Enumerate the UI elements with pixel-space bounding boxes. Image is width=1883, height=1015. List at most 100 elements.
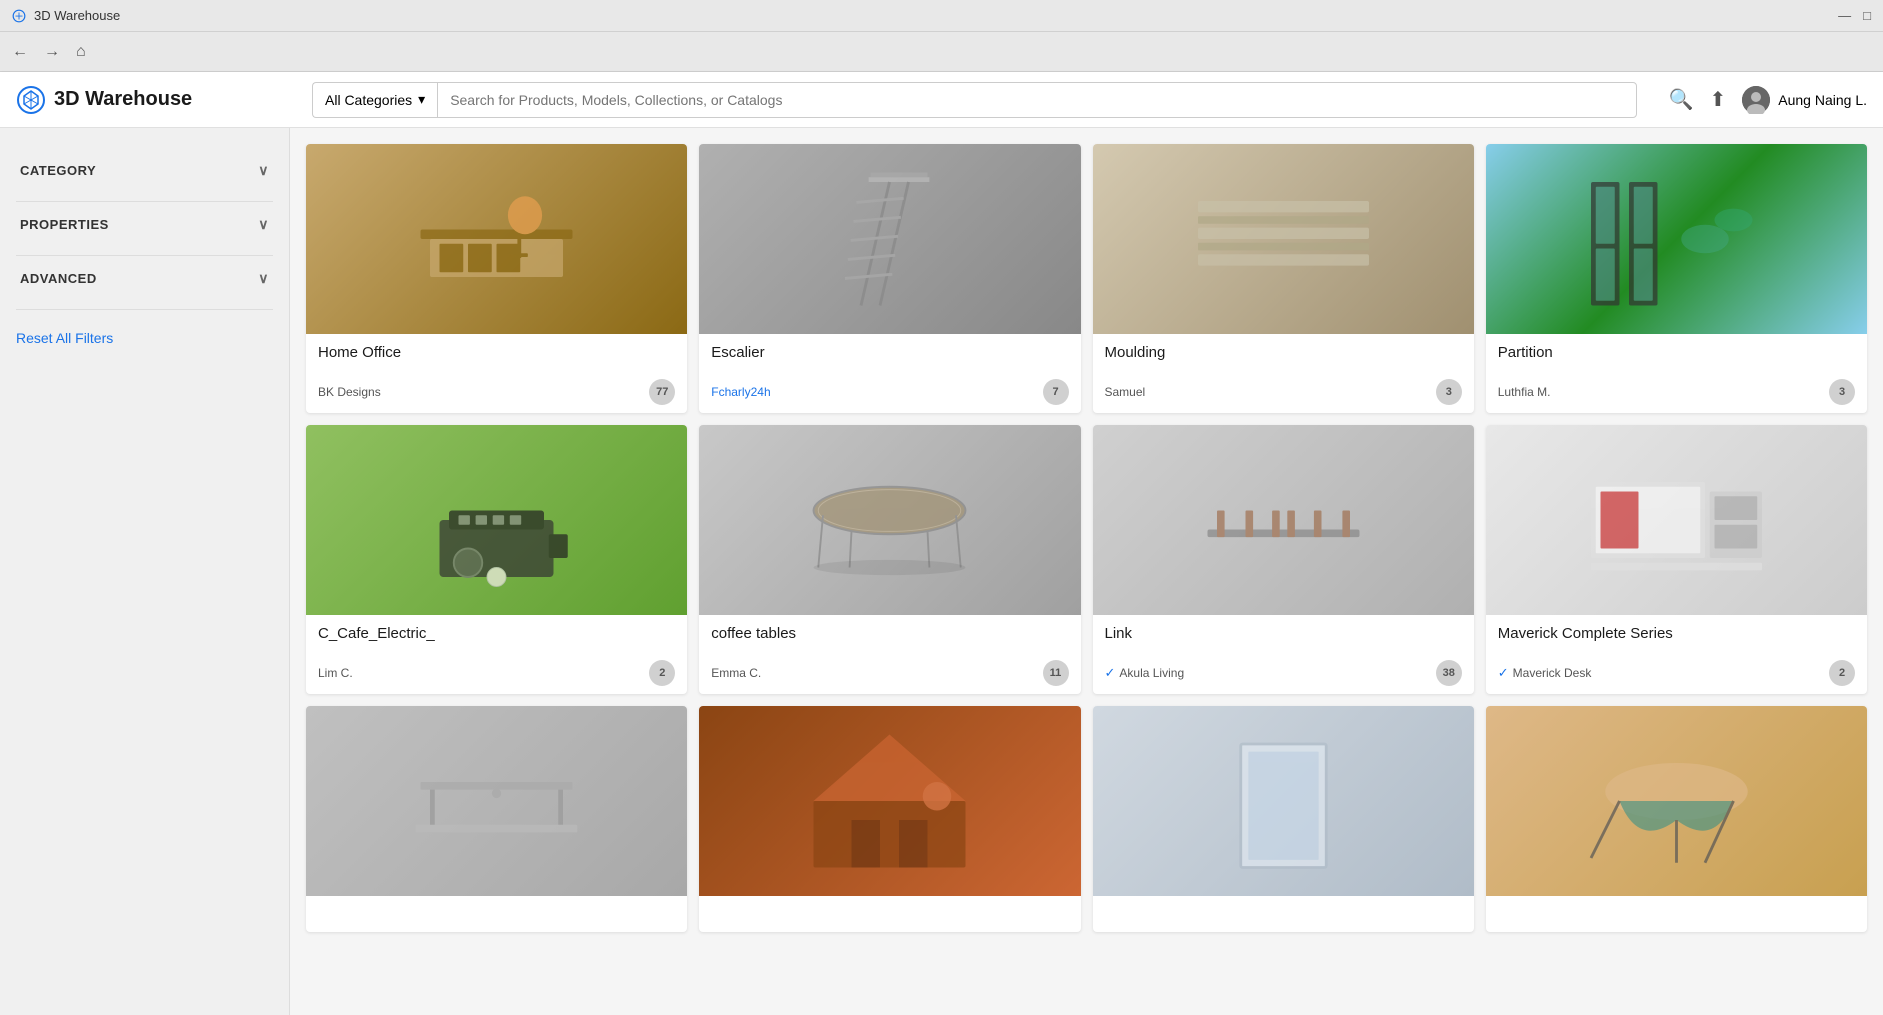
card-body: Maverick Complete Series [1486,615,1867,656]
card-title: Escalier [711,344,1068,361]
card-body: Escalier [699,334,1080,375]
search-area: All Categories ▾ [312,82,1637,118]
header-actions: 🔍 ⬆ Aung Naing L. [1669,86,1867,114]
card-bottom3[interactable] [1093,706,1474,932]
card-body: Partition [1486,334,1867,375]
card-thumbnail [1486,144,1867,334]
advanced-filter-section: ADVANCED ∨ [16,256,273,310]
search-input[interactable] [437,82,1636,118]
card-escalier[interactable]: Escalier Fcharly24h 7 [699,144,1080,413]
model-count-badge: 77 [649,379,675,405]
card-maverick[interactable]: Maverick Complete Series ✓ Maverick Desk… [1486,425,1867,694]
author-info: Lim C. [318,664,353,682]
verified-by: Akula Living [1119,666,1184,680]
card-thumbnail [699,144,1080,334]
category-filter-header[interactable]: CATEGORY ∨ [16,148,273,193]
card-thumbnail [306,144,687,334]
card-home-office[interactable]: Home Office BK Designs 77 [306,144,687,413]
properties-filter-section: PROPERTIES ∨ [16,202,273,256]
upload-icon[interactable]: ⬆ [1710,87,1727,112]
card-author: Emma C. [711,666,761,680]
card-moulding[interactable]: Moulding Samuel 3 [1093,144,1474,413]
logo-icon [16,85,46,115]
category-filter-section: CATEGORY ∨ [16,148,273,202]
card-thumbnail [306,425,687,615]
forward-button[interactable]: → [44,43,60,61]
logo[interactable]: 3D Warehouse [16,85,296,115]
sidebar: CATEGORY ∨ PROPERTIES ∨ ADVANCED ∨ Reset… [0,128,290,1015]
card-footer: Fcharly24h 7 [699,375,1080,413]
properties-filter-label: PROPERTIES [20,217,109,232]
card-footer [699,920,1080,932]
reset-filters-link[interactable]: Reset All Filters [16,330,273,346]
card-body [1486,896,1867,920]
card-bottom1[interactable] [306,706,687,932]
user-menu[interactable]: Aung Naing L. [1742,86,1867,114]
home-button[interactable]: ⌂ [76,43,86,61]
card-author: BK Designs [318,385,381,399]
card-body: C_Cafe_Electric_ [306,615,687,656]
card-bottom4[interactable] [1486,706,1867,932]
card-thumbnail [1093,144,1474,334]
author-info: Luthfia M. [1498,383,1551,401]
advanced-filter-label: ADVANCED [20,271,97,286]
main-layout: CATEGORY ∨ PROPERTIES ∨ ADVANCED ∨ Reset… [0,128,1883,1015]
card-cafe-electric[interactable]: C_Cafe_Electric_ Lim C. 2 [306,425,687,694]
model-count-badge: 2 [1829,660,1855,686]
card-title: Maverick Complete Series [1498,625,1855,642]
card-thumbnail [699,706,1080,896]
card-body: coffee tables [699,615,1080,656]
verified-badge: ✓ Akula Living [1105,665,1185,681]
header: 3D Warehouse All Categories ▾ 🔍 ⬆ Aung N… [0,72,1883,128]
author-info: Samuel [1105,383,1146,401]
maximize-button[interactable]: □ [1863,8,1871,23]
author-info: BK Designs [318,383,381,401]
card-footer: Samuel 3 [1093,375,1474,413]
category-filter-label: CATEGORY [20,163,96,178]
card-footer: ✓ Maverick Desk 2 [1486,656,1867,694]
card-author: Luthfia M. [1498,385,1551,399]
card-body [306,896,687,920]
card-thumbnail [1486,425,1867,615]
model-count-badge: 7 [1043,379,1069,405]
card-footer: BK Designs 77 [306,375,687,413]
card-bottom2[interactable] [699,706,1080,932]
back-button[interactable]: ← [12,43,28,61]
model-count-badge: 3 [1436,379,1462,405]
user-name: Aung Naing L. [1778,92,1867,108]
properties-filter-header[interactable]: PROPERTIES ∨ [16,202,273,247]
card-title: Partition [1498,344,1855,361]
card-body [699,896,1080,920]
model-count-badge: 3 [1829,379,1855,405]
verified-badge: ✓ Maverick Desk [1498,665,1592,681]
category-label: All Categories [325,92,412,108]
advanced-chevron-icon: ∨ [258,270,269,287]
card-thumbnail [1093,425,1474,615]
category-chevron-icon: ∨ [258,162,269,179]
search-icon[interactable]: 🔍 [1669,87,1694,112]
model-count-badge: 2 [649,660,675,686]
card-footer [306,920,687,932]
app-title: 3D Warehouse [34,8,120,23]
card-thumbnail [306,706,687,896]
card-footer [1486,920,1867,932]
card-footer: ✓ Akula Living 38 [1093,656,1474,694]
titlebar-controls: — □ [1838,8,1871,23]
category-dropdown[interactable]: All Categories ▾ [312,82,437,118]
app-icon [12,9,26,23]
card-link[interactable]: Link ✓ Akula Living 38 [1093,425,1474,694]
advanced-filter-header[interactable]: ADVANCED ∨ [16,256,273,301]
card-author: Lim C. [318,666,353,680]
card-title: Link [1105,625,1462,642]
card-partition[interactable]: Partition Luthfia M. 3 [1486,144,1867,413]
navbar: ← → ⌂ [0,32,1883,72]
card-coffee-tables[interactable]: coffee tables Emma C. 11 [699,425,1080,694]
minimize-button[interactable]: — [1838,8,1851,23]
card-body: Link [1093,615,1474,656]
category-chevron-icon: ▾ [418,91,425,108]
card-body [1093,896,1474,920]
card-author: Samuel [1105,385,1146,399]
card-author: Fcharly24h [711,385,770,399]
author-info: Fcharly24h [711,383,770,401]
card-body: Moulding [1093,334,1474,375]
